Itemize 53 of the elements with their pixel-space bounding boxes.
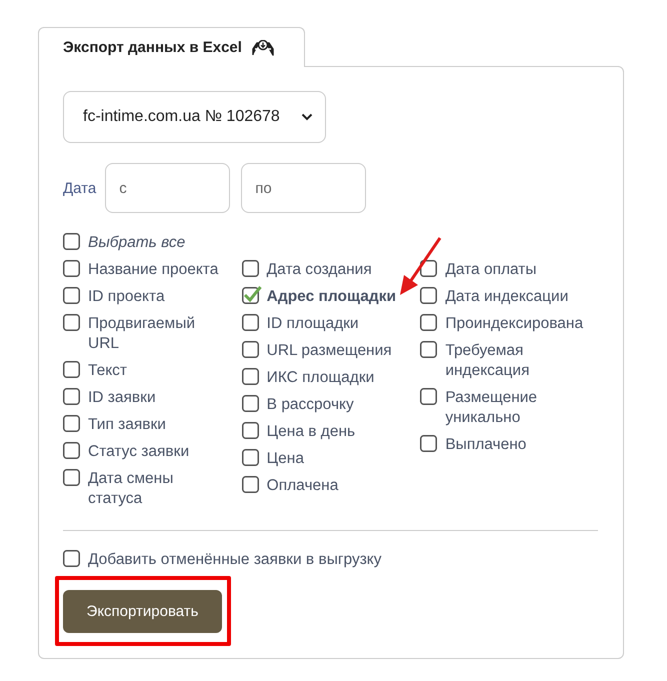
checkbox-label: Дата индексации xyxy=(445,287,568,307)
checkbox[interactable] xyxy=(242,339,262,358)
checkbox[interactable] xyxy=(63,231,83,250)
checkbox-label: Проиндексирована xyxy=(445,314,584,334)
checkbox-label: Тип заявки xyxy=(88,415,166,435)
checkbox-label: Выбрать все xyxy=(88,233,186,253)
checkbox[interactable] xyxy=(63,312,83,331)
checkbox-label: Выплачено xyxy=(445,435,526,455)
checkbox-label: Цена в день xyxy=(266,422,356,442)
checkbox-label: ИКС площадки xyxy=(266,368,374,388)
checkbox-label: Требуемая индексация xyxy=(445,341,530,381)
checkbox-label: ID площадки xyxy=(266,314,359,334)
checkbox-label: Статус заявки xyxy=(88,442,190,462)
checkbox-label: Название проекта xyxy=(88,260,218,280)
date-to-field[interactable]: по xyxy=(241,163,366,213)
checkbox-label: ID проекта xyxy=(88,287,165,307)
chevron-down-icon xyxy=(301,113,313,121)
checkbox[interactable] xyxy=(242,393,262,412)
tab-label: Экспорт данных в Excel xyxy=(63,39,242,56)
checkbox[interactable] xyxy=(63,467,83,486)
checkbox[interactable] xyxy=(63,386,83,405)
tab[interactable]: Экспорт данных в Excel xyxy=(38,27,305,67)
checkbox[interactable] xyxy=(63,548,83,567)
checkbox[interactable] xyxy=(242,447,262,466)
checkbox-label: Дата создания xyxy=(266,260,372,280)
checkbox-label: ID заявки xyxy=(88,388,156,408)
checkbox-label: Цена xyxy=(266,449,304,469)
checkbox[interactable] xyxy=(242,312,262,331)
inbox-download-icon xyxy=(252,40,274,56)
checkbox[interactable] xyxy=(242,285,262,304)
checkbox-label: Добавить отменённые заявки в выгрузку xyxy=(88,550,382,570)
checkbox[interactable] xyxy=(63,413,83,432)
checkbox-label: Размещение уникально xyxy=(445,388,538,428)
export-button[interactable]: Экспортировать xyxy=(63,590,222,633)
checkbox-label: URL размещения xyxy=(266,341,392,361)
site-select[interactable]: fc-intime.com.ua № 102678 xyxy=(63,91,326,143)
checkbox[interactable] xyxy=(63,258,83,277)
checkbox[interactable] xyxy=(63,440,83,459)
checkbox[interactable] xyxy=(242,474,262,493)
checkbox-label: Продвигаемый URL xyxy=(88,314,196,354)
checkbox-label: Дата смены статуса xyxy=(88,469,174,509)
checkbox-label: Дата оплаты xyxy=(445,260,537,280)
checkbox[interactable] xyxy=(242,258,262,277)
date-label: Дата xyxy=(63,180,96,196)
checkbox-label: Адрес площадки xyxy=(266,287,396,307)
checkbox-label: Текст xyxy=(88,361,128,381)
checkbox[interactable] xyxy=(63,285,83,304)
checkbox[interactable] xyxy=(242,420,262,439)
checkbox[interactable] xyxy=(63,359,83,378)
checkbox-label: Оплачена xyxy=(266,476,338,496)
checkbox-label: В рассрочку xyxy=(266,395,354,415)
checkbox[interactable] xyxy=(242,366,262,385)
date-from-field[interactable]: с xyxy=(105,163,230,213)
